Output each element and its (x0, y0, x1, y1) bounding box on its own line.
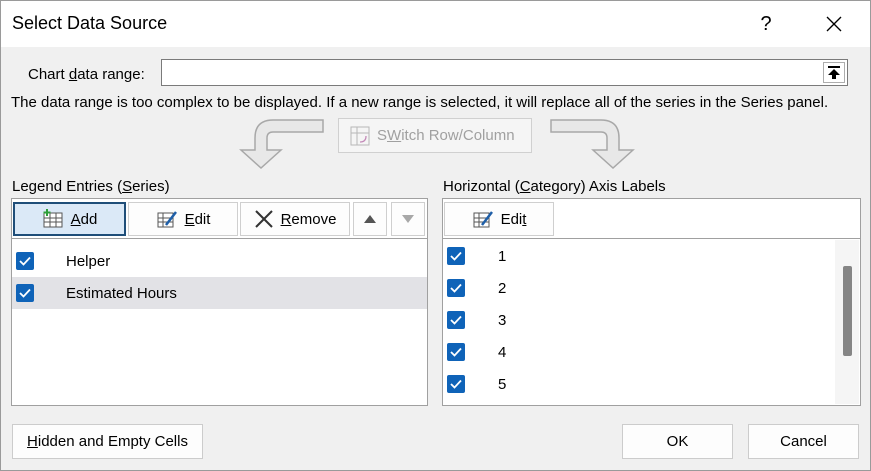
collapse-dialog-button[interactable] (823, 62, 845, 83)
series-checkbox-helper[interactable] (16, 252, 34, 270)
edit-table-icon (473, 211, 493, 228)
add-series-label: Add (70, 210, 98, 228)
title-bar: Select Data Source ? (1, 1, 870, 47)
cancel-button[interactable]: Cancel (748, 424, 859, 459)
close-icon (826, 16, 842, 32)
add-table-icon (43, 209, 63, 228)
chart-data-range-label: Chart data range: (28, 66, 145, 83)
axis-label-row[interactable]: 5 (443, 368, 833, 400)
remove-series-button[interactable]: Remove (240, 202, 350, 236)
axis-toolbar: Edit (443, 199, 860, 239)
left-curved-arrow-icon (239, 119, 324, 170)
edit-series-label: Edit (184, 210, 211, 228)
legend-entries-panel: Add Edit Remove Helper Estimated Hours (11, 198, 428, 406)
checkmark-icon (450, 251, 462, 261)
legend-toolbar: Add Edit Remove (12, 199, 427, 239)
select-data-source-dialog: Select Data Source ? Chart data range: T… (0, 0, 871, 471)
upload-arrow-icon (828, 66, 840, 79)
checkmark-icon (450, 379, 462, 389)
ok-button[interactable]: OK (622, 424, 733, 459)
switch-row-column-button[interactable]: SWitch Row/Column (338, 118, 532, 153)
axis-label-checkbox[interactable] (447, 247, 465, 265)
axis-label-checkbox[interactable] (447, 343, 465, 361)
axis-label-checkbox[interactable] (447, 279, 465, 297)
axis-label-text: 5 (498, 375, 507, 393)
edit-series-button[interactable]: Edit (128, 202, 238, 236)
axis-labels-scrollbar[interactable] (835, 240, 859, 404)
axis-labels-panel: Edit 1 2 3 4 5 (442, 198, 861, 406)
series-checkbox-estimated-hours[interactable] (16, 284, 34, 302)
hidden-and-empty-cells-button[interactable]: Hidden and Empty Cells (12, 424, 203, 459)
edit-axis-labels-label: Edit (500, 210, 527, 228)
series-row-estimated-hours[interactable]: Estimated Hours (12, 277, 427, 309)
hidden-and-empty-cells-label: Hidden and Empty Cells (27, 433, 188, 450)
axis-label-row[interactable]: 4 (443, 336, 833, 368)
series-label: Helper (66, 252, 111, 270)
axis-labels-label: Horizontal (Category) Axis Labels (443, 178, 666, 195)
checkmark-icon (450, 315, 462, 325)
close-button[interactable] (811, 5, 857, 43)
dialog-title: Select Data Source (12, 13, 168, 33)
move-down-button[interactable] (391, 202, 425, 236)
cancel-label: Cancel (780, 433, 827, 450)
series-label: Estimated Hours (66, 284, 177, 302)
chart-data-range-input[interactable] (161, 59, 848, 86)
help-button[interactable]: ? (747, 5, 785, 43)
remove-series-label: Remove (280, 210, 337, 228)
remove-x-icon (254, 210, 273, 228)
range-info-text: The data range is too complex to be disp… (11, 94, 829, 111)
move-up-button[interactable] (353, 202, 387, 236)
checkmark-icon (19, 288, 31, 298)
axis-label-text: 2 (498, 279, 507, 297)
legend-entries-label: Legend Entries (Series) (12, 178, 170, 195)
axis-label-text: 1 (498, 247, 507, 265)
series-row-helper[interactable]: Helper (12, 245, 427, 277)
ok-label: OK (666, 433, 689, 450)
triangle-up-icon (364, 215, 376, 223)
axis-label-text: 4 (498, 343, 507, 361)
axis-label-text: 3 (498, 311, 507, 329)
checkmark-icon (450, 283, 462, 293)
right-curved-arrow-icon (550, 119, 635, 170)
axis-label-row[interactable]: 1 (443, 240, 833, 272)
axis-label-row[interactable]: 3 (443, 304, 833, 336)
edit-table-icon (157, 211, 177, 228)
checkmark-icon (19, 256, 31, 266)
axis-label-checkbox[interactable] (447, 375, 465, 393)
scrollbar-thumb[interactable] (843, 266, 852, 356)
edit-axis-labels-button[interactable]: Edit (444, 202, 554, 236)
help-icon: ? (760, 13, 772, 35)
switch-row-column-icon (350, 126, 370, 145)
axis-label-checkbox[interactable] (447, 311, 465, 329)
add-series-button[interactable]: Add (13, 202, 126, 236)
axis-label-row[interactable]: 2 (443, 272, 833, 304)
checkmark-icon (450, 347, 462, 357)
switch-row-column-label: SWitch Row/Column (377, 127, 515, 144)
triangle-down-icon (402, 215, 414, 223)
